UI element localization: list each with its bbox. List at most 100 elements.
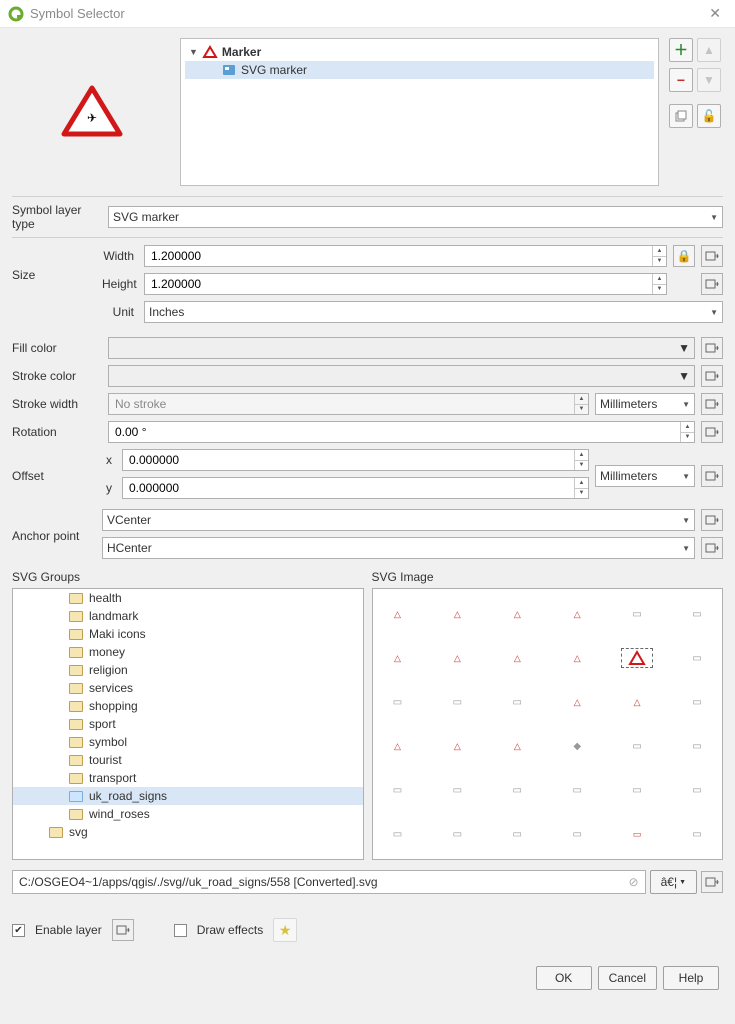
svg-thumbnail[interactable]: ▭	[442, 781, 472, 799]
svg-thumbnail[interactable]: ▭	[682, 825, 712, 843]
svg-thumbnail[interactable]: ▭	[562, 825, 592, 843]
svg-thumbnail[interactable]: ▭	[622, 825, 652, 843]
spin-up[interactable]: ▲	[653, 274, 666, 285]
stroke-width-override-button[interactable]	[701, 393, 723, 415]
spin-up[interactable]: ▲	[575, 478, 588, 489]
anchor-h-override-button[interactable]	[701, 537, 723, 559]
svg-thumbnail[interactable]: ▭	[442, 825, 472, 843]
spin-up[interactable]: ▲	[653, 246, 666, 257]
svg-thumbnail[interactable]: △	[383, 605, 413, 623]
list-item[interactable]: health	[13, 589, 363, 607]
svg-thumbnail[interactable]: ▭	[562, 781, 592, 799]
width-input[interactable]: ▲▼	[144, 245, 667, 267]
svg-thumbnail[interactable]: △	[502, 605, 532, 623]
svg-thumbnail[interactable]: △	[442, 737, 472, 755]
height-override-button[interactable]	[701, 273, 723, 295]
close-button[interactable]: ✕	[703, 3, 727, 24]
spin-down[interactable]: ▼	[653, 257, 666, 267]
svg-thumbnail[interactable]: △	[562, 693, 592, 711]
list-item[interactable]: wind_roses	[13, 805, 363, 823]
svg-path-input[interactable]: C:/OSGEO4~1/apps/qgis/./svg//uk_road_sig…	[12, 870, 646, 894]
move-down-button[interactable]: ▼	[697, 68, 721, 92]
draw-effects-checkbox[interactable]	[174, 924, 187, 937]
spin-down[interactable]: ▼	[575, 489, 588, 499]
svg-thumbnail[interactable]: ▭	[383, 693, 413, 711]
svg-thumbnail[interactable]	[622, 649, 652, 667]
svg-thumbnail[interactable]: △	[622, 693, 652, 711]
svg-thumbnail[interactable]: ▭	[682, 781, 712, 799]
stroke-width-unit-combo[interactable]: Millimeters▼	[595, 393, 695, 415]
effects-config-button[interactable]: ★	[273, 918, 297, 942]
path-override-button[interactable]	[701, 871, 723, 893]
spin-down[interactable]: ▼	[653, 285, 666, 295]
anchor-h-combo[interactable]: HCenter▼	[102, 537, 695, 559]
spin-up[interactable]: ▲	[575, 450, 588, 461]
list-item[interactable]: landmark	[13, 607, 363, 625]
svg-image-grid[interactable]: △△△△▭▭△△△△▭▭▭▭△△▭△△△◆▭▭▭▭▭▭▭▭▭▭▭▭▭▭	[372, 588, 724, 860]
offset-override-button[interactable]	[701, 465, 723, 487]
clear-path-icon[interactable]: ⊘	[629, 875, 639, 889]
svg-thumbnail[interactable]: ▭	[682, 737, 712, 755]
svg-thumbnail[interactable]: △	[383, 649, 413, 667]
offset-unit-combo[interactable]: Millimeters▼	[595, 465, 695, 487]
spin-down[interactable]: ▼	[575, 405, 588, 415]
list-item[interactable]: sport	[13, 715, 363, 733]
spin-up[interactable]: ▲	[681, 422, 694, 433]
width-override-button[interactable]	[701, 245, 723, 267]
tree-item-svg-marker[interactable]: SVG marker	[185, 61, 654, 79]
remove-layer-button[interactable]: −	[669, 68, 693, 92]
svg-thumbnail[interactable]: ▭	[502, 781, 532, 799]
svg-thumbnail[interactable]: △	[562, 605, 592, 623]
tree-expand-icon[interactable]: ▼	[189, 47, 198, 57]
lock-layer-button[interactable]: 🔓	[697, 104, 721, 128]
fill-color-swatch[interactable]: ▼	[108, 337, 695, 359]
svg-thumbnail[interactable]: ▭	[622, 781, 652, 799]
svg-thumbnail[interactable]: △	[502, 649, 532, 667]
svg-thumbnail[interactable]: △	[442, 605, 472, 623]
svg-thumbnail[interactable]: ▭	[502, 693, 532, 711]
svg-thumbnail[interactable]: ▭	[682, 605, 712, 623]
spin-up[interactable]: ▲	[575, 394, 588, 405]
stroke-color-override-button[interactable]	[701, 365, 723, 387]
svg-thumbnail[interactable]: ▭	[682, 649, 712, 667]
fill-color-override-button[interactable]	[701, 337, 723, 359]
offset-x-input[interactable]: ▲▼	[122, 449, 589, 471]
list-item[interactable]: money	[13, 643, 363, 661]
list-item[interactable]: tourist	[13, 751, 363, 769]
help-button[interactable]: Help	[663, 966, 719, 990]
tree-item-marker[interactable]: ▼ Marker	[185, 43, 654, 61]
add-layer-button[interactable]: ＋	[669, 38, 693, 62]
enable-layer-checkbox[interactable]: ✔	[12, 924, 25, 937]
offset-y-input[interactable]: ▲▼	[122, 477, 589, 499]
enable-layer-override-button[interactable]	[112, 919, 134, 941]
aspect-lock-button[interactable]: 🔒	[673, 245, 695, 267]
stroke-color-swatch[interactable]: ▼	[108, 365, 695, 387]
svg-thumbnail[interactable]: ▭	[383, 825, 413, 843]
list-item[interactable]: uk_road_signs	[13, 787, 363, 805]
spin-down[interactable]: ▼	[681, 433, 694, 443]
svg-thumbnail[interactable]: ▭	[682, 693, 712, 711]
rotation-override-button[interactable]	[701, 421, 723, 443]
symbol-layer-tree[interactable]: ▼ Marker SVG marker	[180, 38, 659, 186]
browse-path-button[interactable]: â€¦▼	[650, 870, 697, 894]
spin-down[interactable]: ▼	[575, 461, 588, 471]
svg-thumbnail[interactable]: ▭	[383, 781, 413, 799]
svg-groups-list[interactable]: healthlandmarkMaki iconsmoneyreligionser…	[12, 588, 364, 860]
move-up-button[interactable]: ▲	[697, 38, 721, 62]
svg-thumbnail[interactable]: ▭	[622, 605, 652, 623]
svg-thumbnail[interactable]: ◆	[562, 737, 592, 755]
list-item[interactable]: svg	[13, 823, 363, 841]
svg-thumbnail[interactable]: △	[442, 649, 472, 667]
duplicate-layer-button[interactable]	[669, 104, 693, 128]
svg-thumbnail[interactable]: ▭	[622, 737, 652, 755]
svg-thumbnail[interactable]: ▭	[442, 693, 472, 711]
stroke-width-input[interactable]: ▲▼	[108, 393, 589, 415]
anchor-v-override-button[interactable]	[701, 509, 723, 531]
symbol-layer-type-combo[interactable]: SVG marker▼	[108, 206, 723, 228]
list-item[interactable]: symbol	[13, 733, 363, 751]
ok-button[interactable]: OK	[536, 966, 592, 990]
svg-thumbnail[interactable]: △	[383, 737, 413, 755]
list-item[interactable]: religion	[13, 661, 363, 679]
list-item[interactable]: shopping	[13, 697, 363, 715]
list-item[interactable]: Maki icons	[13, 625, 363, 643]
